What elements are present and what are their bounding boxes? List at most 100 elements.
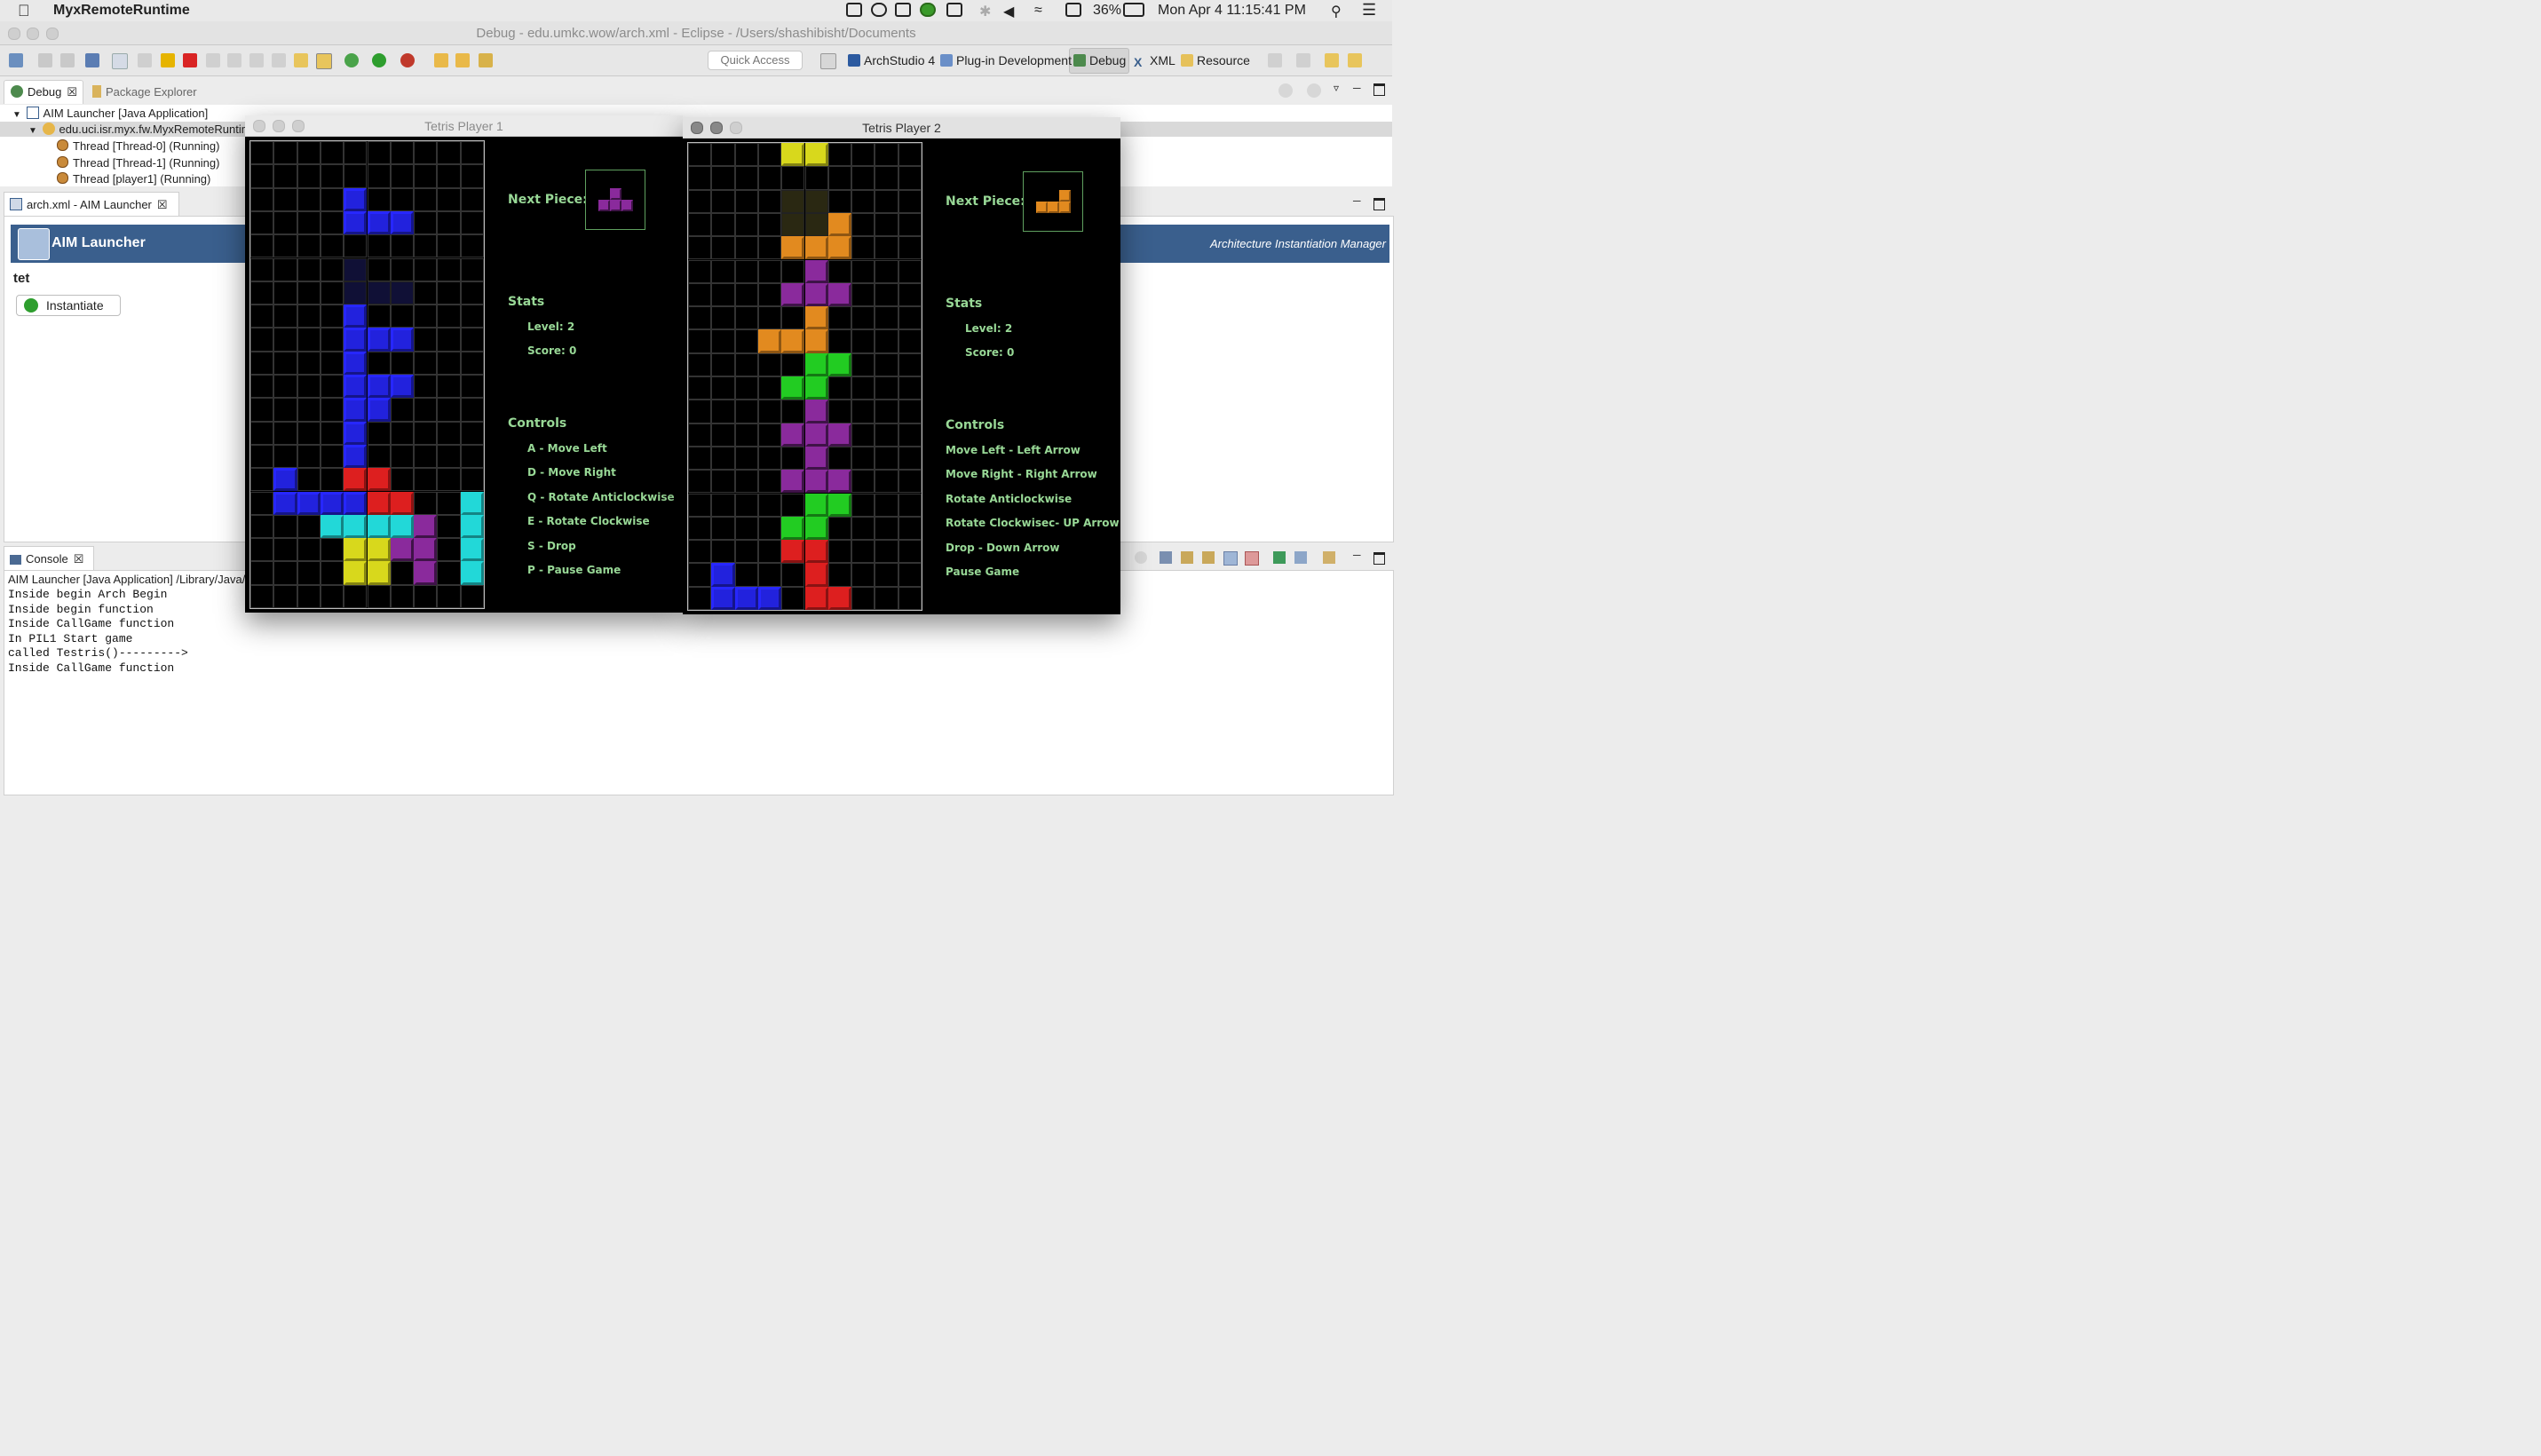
green-block <box>781 376 805 400</box>
board-cell <box>414 468 438 492</box>
wifi-icon[interactable]: ≈ <box>1034 3 1042 19</box>
tab-console[interactable]: Console ☒ <box>10 552 83 566</box>
volume-icon[interactable]: ◀ <box>1003 3 1014 20</box>
tree-item-thread[interactable]: Thread [Thread-0] (Running) <box>57 139 219 153</box>
purple-block <box>781 470 805 494</box>
toolbar-icon-a[interactable] <box>1268 53 1282 67</box>
minimize-view-icon[interactable]: ─ <box>1353 82 1361 94</box>
board-cell <box>460 257 484 281</box>
perspective-resource[interactable]: Resource <box>1181 53 1250 67</box>
menu-icon[interactable]: ☰ <box>1362 1 1376 20</box>
save-icon[interactable] <box>38 53 52 67</box>
skip-breakpoints-icon[interactable] <box>112 53 128 69</box>
airplay-icon[interactable] <box>946 3 962 17</box>
new-icon[interactable] <box>9 53 23 67</box>
quick-access-input[interactable] <box>708 51 803 70</box>
external-tools-icon[interactable] <box>400 53 415 67</box>
view-menu-icon[interactable]: ▿ <box>1334 82 1339 94</box>
board-cell <box>757 470 782 494</box>
board-cell <box>875 143 898 167</box>
disconnect-icon[interactable] <box>206 53 220 67</box>
bluetooth-icon[interactable]: ✱ <box>979 3 991 20</box>
close-icon[interactable]: ☒ <box>74 552 84 566</box>
console-word-wrap-icon[interactable] <box>1202 551 1215 564</box>
board-cell <box>711 423 735 447</box>
blue-block <box>344 375 368 399</box>
plugin-icon <box>940 54 953 67</box>
tab-package-explorer[interactable]: Package Explorer <box>92 85 197 99</box>
next-piece-block <box>621 200 633 211</box>
red-block <box>804 563 828 587</box>
search-icon[interactable]: ⚲ <box>1331 3 1342 20</box>
tree-item-aim-launcher[interactable]: ▼ AIM Launcher [Java Application] <box>12 107 208 120</box>
back-icon[interactable] <box>1325 53 1339 67</box>
console-clear-icon[interactable] <box>1160 551 1172 564</box>
clock[interactable]: Mon Apr 4 11:15:41 PM <box>1158 3 1306 19</box>
forward-icon[interactable] <box>1348 53 1362 67</box>
app-name[interactable]: MyxRemoteRuntime <box>53 3 190 19</box>
console-show-stdout-icon[interactable] <box>1223 551 1238 566</box>
use-step-filters-icon[interactable] <box>316 53 332 69</box>
bug-icon <box>1073 54 1086 67</box>
console-open-icon[interactable] <box>1323 551 1335 564</box>
board-cell <box>851 212 875 237</box>
console-display-icon[interactable] <box>1294 551 1307 564</box>
maximize-view-icon[interactable] <box>1373 83 1385 96</box>
w-icon[interactable] <box>920 3 936 17</box>
toolbar-icon-b[interactable] <box>1296 53 1310 67</box>
display-icon[interactable] <box>895 3 911 17</box>
console-show-stderr-icon[interactable] <box>1245 551 1259 566</box>
tree-item-thread[interactable]: Thread [Thread-1] (Running) <box>57 156 219 170</box>
battery-icon[interactable] <box>1123 3 1144 17</box>
board-cell <box>875 470 898 494</box>
console-pin-icon[interactable] <box>1273 551 1286 564</box>
console-remove-icon[interactable] <box>1135 551 1147 564</box>
screen-icon[interactable] <box>846 3 862 17</box>
maximize-console-icon[interactable] <box>1373 552 1385 565</box>
board-cell <box>898 166 922 190</box>
perspective-plugin-development[interactable]: Plug-in Development <box>940 53 1072 67</box>
perspective-xml[interactable]: X XML <box>1134 53 1176 69</box>
apple-icon[interactable]:  <box>18 2 30 20</box>
minimize-console-icon[interactable]: ─ <box>1353 549 1361 561</box>
console-scroll-lock-icon[interactable] <box>1181 551 1193 564</box>
open-perspective-icon[interactable] <box>820 53 836 69</box>
perspective-debug[interactable]: Debug <box>1073 53 1126 67</box>
maximize-editor-icon[interactable] <box>1373 198 1385 210</box>
perspective-archstudio[interactable]: ArchStudio 4 <box>848 53 935 67</box>
resume-icon[interactable] <box>138 53 152 67</box>
step-return-icon[interactable] <box>272 53 286 67</box>
board-cell <box>414 421 438 445</box>
tree-item-runtime[interactable]: ▼ edu.uci.isr.myx.fw.MyxRemoteRuntim <box>28 123 251 136</box>
keyboard-icon[interactable] <box>1065 3 1081 17</box>
remove-terminated-icon[interactable] <box>1278 83 1293 98</box>
terminate-icon[interactable] <box>183 53 197 67</box>
search-tool-icon[interactable] <box>479 53 493 67</box>
purple-block <box>827 423 852 447</box>
drop-to-frame-icon[interactable] <box>294 53 308 67</box>
suspend-icon[interactable] <box>161 53 175 67</box>
tree-item-thread[interactable]: Thread [player1] (Running) <box>57 172 210 186</box>
player1-board[interactable] <box>249 140 485 609</box>
debug-run-icon[interactable] <box>344 53 359 67</box>
run-icon[interactable] <box>372 53 386 67</box>
save-all-icon[interactable] <box>60 53 75 67</box>
expand-icon[interactable]: ▼ <box>12 110 21 120</box>
step-into-icon[interactable] <box>227 53 241 67</box>
board-cell <box>851 143 875 167</box>
play-icon[interactable] <box>871 3 887 17</box>
remove-all-terminated-icon[interactable] <box>1307 83 1321 98</box>
close-icon[interactable]: ☒ <box>157 198 168 211</box>
instantiate-button[interactable]: Instantiate <box>16 295 121 316</box>
expand-icon[interactable]: ▼ <box>28 126 37 136</box>
console-icon[interactable] <box>85 53 99 67</box>
close-icon[interactable]: ☒ <box>67 85 77 99</box>
step-over-icon[interactable] <box>249 53 264 67</box>
tab-arch-xml[interactable]: arch.xml - AIM Launcher ☒ <box>10 198 168 212</box>
open-folder-icon[interactable] <box>455 53 470 67</box>
tab-debug[interactable]: Debug ☒ <box>11 85 77 99</box>
board-cell <box>460 210 484 235</box>
open-type-icon[interactable] <box>434 53 448 67</box>
player2-board[interactable] <box>687 142 922 611</box>
minimize-editor-icon[interactable]: ─ <box>1353 194 1361 207</box>
